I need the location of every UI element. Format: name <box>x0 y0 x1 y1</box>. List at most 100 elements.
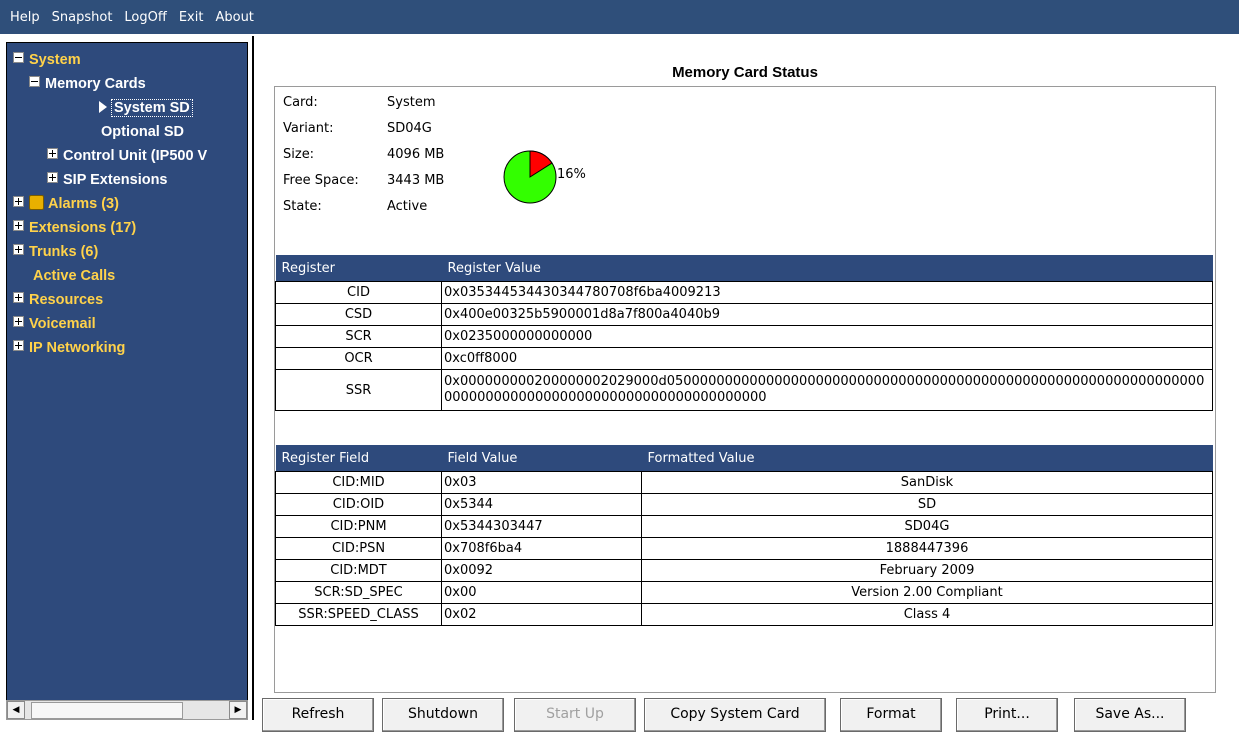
register-name: OCR <box>275 347 442 370</box>
menu-exit[interactable]: Exit <box>173 10 210 25</box>
tree-item-label: SIP Extensions <box>63 172 168 188</box>
tree-item-extensions[interactable]: Extensions (17) <box>13 219 136 237</box>
page-title: Memory Card Status <box>672 64 818 81</box>
formatted-value: SD <box>641 493 1213 516</box>
table-row[interactable]: CID:PNM 0x5344303447 SD04G <box>275 515 1213 538</box>
tree-item-label: System <box>29 52 81 68</box>
column-header[interactable]: Register Value <box>441 255 1213 282</box>
usage-pie-chart <box>503 150 557 204</box>
tree-item-label: Voicemail <box>29 316 96 332</box>
info-value: SD04G <box>387 121 432 136</box>
menu-help[interactable]: Help <box>4 10 46 25</box>
tree-item-alarms[interactable]: Alarms (3) <box>13 195 119 213</box>
memory-card-status-panel: Card: System Variant: SD04G Size: 4096 MB F… <box>274 86 1216 693</box>
refresh-button[interactable]: Refresh <box>262 698 374 732</box>
table-row[interactable]: SSR 0x000000000200000002029000d050000000… <box>275 369 1213 411</box>
menu-snapshot[interactable]: Snapshot <box>46 10 119 25</box>
expand-icon[interactable] <box>47 148 58 159</box>
info-value: Active <box>387 199 428 214</box>
menu-logoff[interactable]: LogOff <box>118 10 172 25</box>
register-name: SSR <box>275 369 442 411</box>
collapse-icon[interactable] <box>13 52 24 63</box>
tree-item-label: Memory Cards <box>45 76 146 92</box>
horizontal-scrollbar[interactable]: ◀ ▶ <box>6 700 248 720</box>
table-row[interactable]: SCR 0x0235000000000000 <box>275 325 1213 348</box>
expand-icon[interactable] <box>13 292 24 303</box>
expand-icon[interactable] <box>13 244 24 255</box>
menu-bar: Help Snapshot LogOff Exit About <box>0 0 1239 34</box>
info-value: 3443 MB <box>387 173 445 188</box>
field-name: CID:PNM <box>275 515 442 538</box>
scroll-left-icon[interactable]: ◀ <box>7 701 25 719</box>
tree-item-system[interactable]: System <box>13 51 81 69</box>
expand-icon[interactable] <box>13 196 24 207</box>
table-row[interactable]: CSD 0x400e00325b5900001d8a7f800a4040b9 <box>275 303 1213 326</box>
tree-item-memory-cards[interactable]: Memory Cards <box>29 75 146 93</box>
tree-item-active-calls[interactable]: Active Calls <box>33 267 115 285</box>
table-row[interactable]: CID:PSN 0x708f6ba4 1888447396 <box>275 537 1213 560</box>
menu-about[interactable]: About <box>209 10 259 25</box>
expand-icon[interactable] <box>13 316 24 327</box>
tree-item-system-sd[interactable]: System SD <box>99 99 193 117</box>
table-row[interactable]: CID:MID 0x03 SanDisk <box>275 471 1213 494</box>
format-button[interactable]: Format <box>840 698 942 732</box>
register-table: Register Register Value CID 0x0353445344… <box>275 255 1213 411</box>
tree-item-label: Alarms (3) <box>48 196 119 212</box>
tree-item-ip-networking[interactable]: IP Networking <box>13 339 125 357</box>
navigation-tree: System Memory Cards System SD Optional S… <box>6 42 248 702</box>
table-row[interactable]: SCR:SD_SPEC 0x00 Version 2.00 Compliant <box>275 581 1213 604</box>
print-button[interactable]: Print... <box>956 698 1058 732</box>
column-header[interactable]: Register <box>275 255 442 282</box>
tree-item-control-unit[interactable]: Control Unit (IP500 V <box>47 147 207 165</box>
register-name: CID <box>275 281 442 304</box>
column-header[interactable]: Field Value <box>441 445 642 472</box>
formatted-value: 1888447396 <box>641 537 1213 560</box>
expand-icon[interactable] <box>13 340 24 351</box>
tree-item-sip-extensions[interactable]: SIP Extensions <box>47 171 168 189</box>
table-row[interactable]: OCR 0xc0ff8000 <box>275 347 1213 370</box>
register-value: 0x035344534430344780708f6ba4009213 <box>441 281 1213 304</box>
info-label: Size: <box>283 147 315 162</box>
save-as-button[interactable]: Save As... <box>1074 698 1186 732</box>
column-header[interactable]: Register Field <box>275 445 442 472</box>
sidebar: System Memory Cards System SD Optional S… <box>0 36 248 720</box>
info-value: 4096 MB <box>387 147 445 162</box>
field-name: SCR:SD_SPEC <box>275 581 442 604</box>
info-value: System <box>387 95 436 110</box>
tree-item-label: Trunks (6) <box>29 244 99 260</box>
field-value: 0x02 <box>441 603 642 626</box>
field-name: CID:PSN <box>275 537 442 560</box>
table-row[interactable]: CID 0x035344534430344780708f6ba4009213 <box>275 281 1213 304</box>
column-header[interactable]: Formatted Value <box>641 445 1213 472</box>
scroll-thumb[interactable] <box>31 702 183 719</box>
expand-icon[interactable] <box>47 172 58 183</box>
tree-item-resources[interactable]: Resources <box>13 291 103 309</box>
formatted-value: SD04G <box>641 515 1213 538</box>
formatted-value: SanDisk <box>641 471 1213 494</box>
tree-item-label: Resources <box>29 292 104 308</box>
shutdown-button[interactable]: Shutdown <box>382 698 504 732</box>
tree-item-trunks[interactable]: Trunks (6) <box>13 243 98 261</box>
tree-item-label: IP Networking <box>29 340 126 356</box>
field-name: SSR:SPEED_CLASS <box>275 603 442 626</box>
tree-item-optional-sd[interactable]: Optional SD <box>101 123 184 141</box>
main-panel: Memory Card Status Card: System Variant: S… <box>252 36 1239 732</box>
tree-item-label: System SD <box>111 99 193 117</box>
collapse-icon[interactable] <box>29 76 40 87</box>
expand-icon[interactable] <box>13 220 24 231</box>
tree-item-label: Optional SD <box>101 124 184 140</box>
table-row[interactable]: CID:MDT 0x0092 February 2009 <box>275 559 1213 582</box>
register-name: SCR <box>275 325 442 348</box>
field-name: CID:MDT <box>275 559 442 582</box>
info-row-free-space: Free Space: 3443 MB <box>283 173 444 188</box>
field-value: 0x708f6ba4 <box>441 537 642 560</box>
field-value: 0x0092 <box>441 559 642 582</box>
field-name: CID:MID <box>275 471 442 494</box>
scroll-right-icon[interactable]: ▶ <box>229 701 247 719</box>
copy-system-card-button[interactable]: Copy System Card <box>644 698 826 732</box>
table-row[interactable]: SSR:SPEED_CLASS 0x02 Class 4 <box>275 603 1213 626</box>
tree-item-voicemail[interactable]: Voicemail <box>13 315 96 333</box>
info-label: State: <box>283 199 322 214</box>
formatted-value: February 2009 <box>641 559 1213 582</box>
table-row[interactable]: CID:OID 0x5344 SD <box>275 493 1213 516</box>
